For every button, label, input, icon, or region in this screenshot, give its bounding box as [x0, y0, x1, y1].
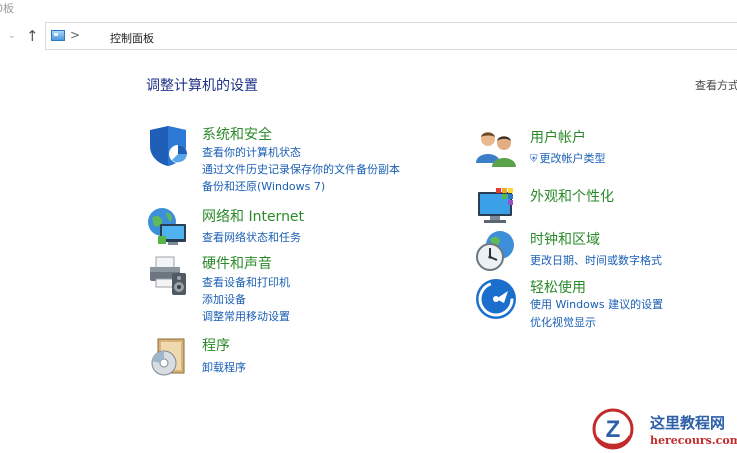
svg-text:Z: Z: [606, 416, 621, 443]
watermark: Z 这里教程网 herecours.com: [588, 406, 737, 453]
uac-shield-icon: ⛨: [530, 154, 538, 165]
link-optimize-display[interactable]: 优化视觉显示: [530, 314, 596, 330]
up-arrow-icon[interactable]: ↑: [26, 27, 39, 45]
users-icon[interactable]: [474, 127, 518, 171]
link-change-date-time[interactable]: 更改日期、时间或数字格式: [530, 252, 662, 268]
monitor-palette-icon[interactable]: [474, 186, 518, 230]
link-change-account-type[interactable]: ⛨ 更改帐户类型: [530, 150, 606, 166]
category-title[interactable]: 网络和 Internet: [202, 206, 304, 226]
category-title[interactable]: 外观和个性化: [530, 186, 614, 206]
shield-icon[interactable]: [146, 124, 190, 168]
clock-globe-icon[interactable]: [474, 229, 518, 273]
title-bar: 0板: [0, 0, 737, 20]
breadcrumb-control-panel[interactable]: 控制面板: [110, 30, 154, 46]
category-title[interactable]: 轻松使用: [530, 277, 586, 297]
view-by-label: 查看方式: [695, 79, 737, 92]
ease-of-access-icon[interactable]: [474, 277, 518, 321]
address-row: ⌄ ↑ > 控制面板: [0, 22, 737, 52]
category-title[interactable]: 时钟和区域: [530, 229, 600, 249]
link-backup-restore[interactable]: 备份和还原(Windows 7): [202, 178, 325, 194]
category-title[interactable]: 程序: [202, 335, 230, 355]
category-title[interactable]: 系统和安全: [202, 124, 272, 144]
link-view-computer-status[interactable]: 查看你的计算机状态: [202, 144, 301, 160]
page-title: 调整计算机的设置: [146, 78, 258, 94]
link-file-history[interactable]: 通过文件历史记录保存你的文件备份副本: [202, 161, 400, 177]
window-title: 0板: [0, 2, 14, 15]
watermark-domain: herecours.com: [650, 434, 737, 447]
programs-disc-icon[interactable]: [146, 335, 190, 379]
link-recommended-settings[interactable]: 使用 Windows 建议的设置: [530, 296, 663, 312]
chevron-down-icon[interactable]: ⌄: [8, 31, 16, 41]
breadcrumb-separator[interactable]: >: [70, 28, 80, 42]
category-title[interactable]: 硬件和声音: [202, 253, 272, 273]
address-bar[interactable]: > 控制面板: [45, 22, 737, 50]
link-text: 更改帐户类型: [539, 152, 606, 165]
link-uninstall-program[interactable]: 卸载程序: [202, 359, 246, 375]
network-globe-icon[interactable]: [146, 206, 190, 250]
site-logo-icon: Z: [592, 408, 634, 450]
link-add-device[interactable]: 添加设备: [202, 291, 246, 307]
category-title[interactable]: 用户帐户: [530, 127, 586, 147]
control-panel-icon: [51, 30, 65, 41]
link-mobility-settings[interactable]: 调整常用移动设置: [202, 308, 290, 324]
link-network-status[interactable]: 查看网络状态和任务: [202, 229, 301, 245]
watermark-name: 这里教程网: [650, 414, 726, 432]
link-devices-printers[interactable]: 查看设备和打印机: [202, 274, 290, 290]
printer-speaker-icon[interactable]: [146, 253, 190, 297]
